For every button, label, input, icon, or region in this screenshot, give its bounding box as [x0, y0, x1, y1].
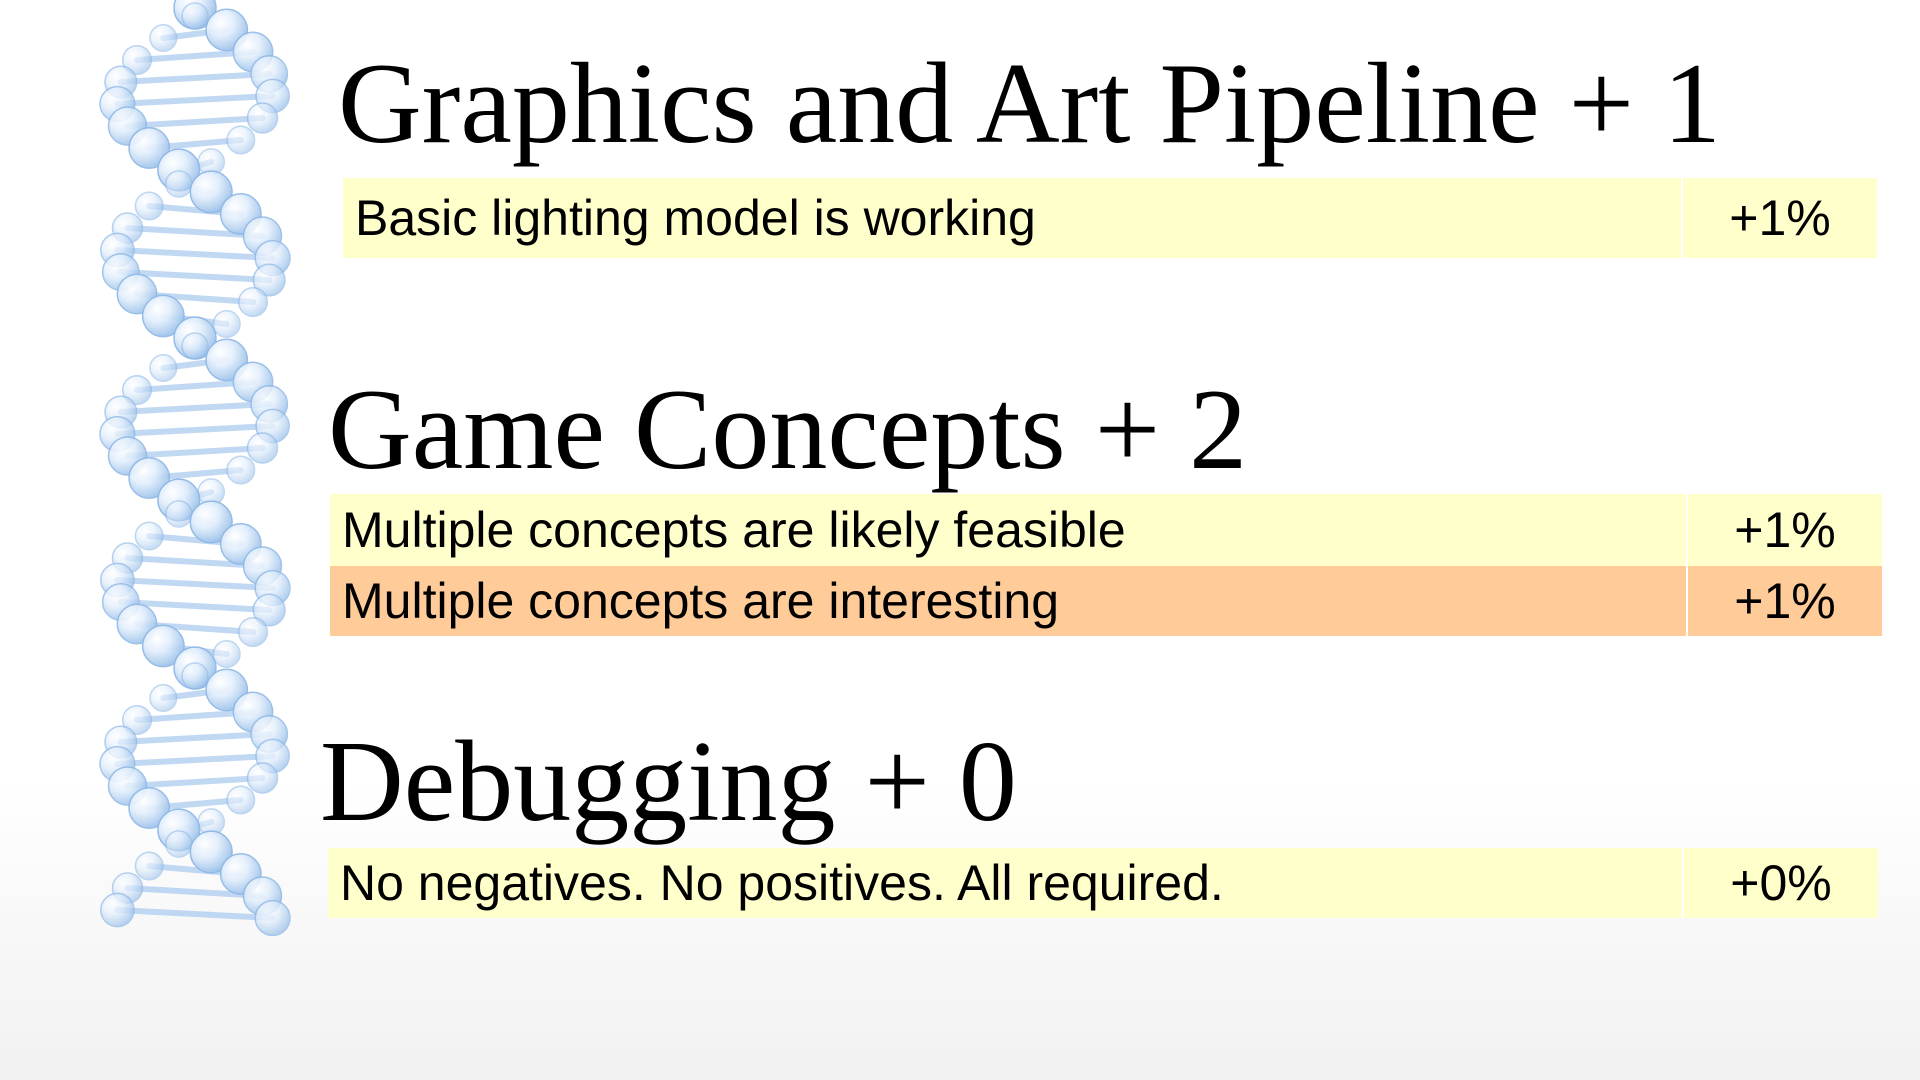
- dna-rung: [114, 753, 276, 767]
- dna-rung: [114, 907, 276, 921]
- dna-bead: [181, 2, 209, 30]
- row-value: +1%: [1681, 178, 1877, 258]
- dna-bead: [246, 762, 279, 794]
- dna-bead: [226, 125, 256, 155]
- dna-rung: [124, 115, 266, 129]
- score-row-debugging: No negatives. No positives. All required…: [328, 848, 1878, 918]
- dna-bead: [246, 432, 279, 464]
- row-label: Multiple concepts are interesting: [342, 573, 1060, 629]
- score-row-lighting: Basic lighting model is working +1%: [343, 178, 1877, 258]
- dna-bead: [100, 892, 135, 928]
- score-row-interesting: Multiple concepts are interesting +1%: [330, 566, 1882, 636]
- dna-bead: [134, 851, 164, 881]
- dna-bead: [226, 455, 256, 485]
- section-heading-debugging: Debugging + 0: [320, 718, 1017, 846]
- row-value: +0%: [1682, 848, 1878, 918]
- dna-rung: [117, 731, 273, 745]
- dna-bead: [212, 309, 241, 339]
- dna-bead: [237, 616, 269, 648]
- dna-bead: [134, 191, 164, 221]
- row-label: Multiple concepts are likely feasible: [342, 502, 1126, 558]
- dna-rung: [124, 445, 266, 459]
- dna-bead: [164, 830, 193, 858]
- dna-bead: [149, 23, 178, 53]
- dna-helix-icon: [99, 0, 291, 937]
- dna-rung: [114, 577, 276, 591]
- row-label: Basic lighting model is working: [355, 190, 1036, 246]
- dna-bead: [149, 353, 178, 383]
- dna-bead: [237, 286, 269, 318]
- section-heading-game-concepts: Game Concepts + 2: [328, 366, 1248, 494]
- dna-rung: [114, 423, 276, 437]
- dna-bead: [164, 500, 193, 528]
- dna-bead: [226, 785, 256, 815]
- section-heading-graphics: Graphics and Art Pipeline + 1: [338, 40, 1722, 168]
- dna-bead: [246, 102, 279, 134]
- dna-rung: [114, 247, 276, 261]
- score-row-feasible: Multiple concepts are likely feasible +1…: [330, 494, 1882, 566]
- dna-rung: [114, 93, 276, 107]
- dna-bead: [181, 332, 209, 360]
- row-value: +1%: [1686, 566, 1882, 636]
- dna-bead: [164, 170, 193, 198]
- dna-bead: [212, 639, 241, 669]
- dna-bead: [134, 521, 164, 551]
- dna-rung: [117, 401, 273, 415]
- row-label: No negatives. No positives. All required…: [340, 855, 1224, 911]
- dna-rung: [117, 71, 273, 85]
- dna-bead: [181, 662, 209, 690]
- dna-bead: [149, 683, 178, 713]
- dna-rung: [124, 775, 266, 789]
- row-value: +1%: [1686, 494, 1882, 566]
- dna-bead: [254, 899, 291, 937]
